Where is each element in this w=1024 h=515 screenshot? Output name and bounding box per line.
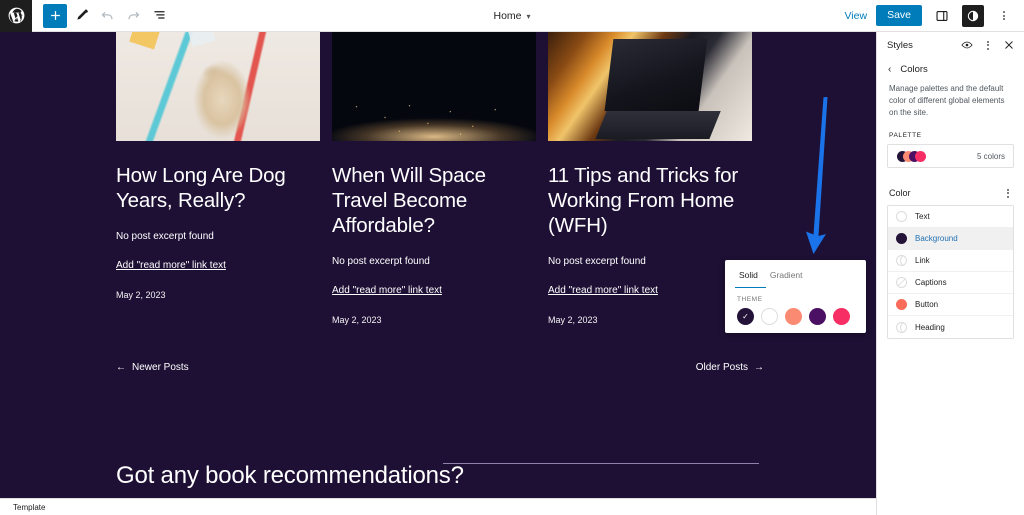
edit-tool-button[interactable]: [69, 4, 93, 28]
color-swatch: [896, 233, 907, 244]
check-icon: ✓: [742, 311, 749, 321]
document-title-dropdown[interactable]: Home ▾: [493, 10, 530, 22]
view-link[interactable]: View: [844, 10, 867, 22]
palette-row[interactable]: 5 colors: [887, 144, 1014, 168]
color-row-link[interactable]: Link: [888, 250, 1013, 272]
post-title[interactable]: 11 Tips and Tricks for Working From Home…: [548, 163, 752, 238]
color-row-label: Background: [915, 234, 958, 243]
color-picker-popover[interactable]: Solid Gradient THEME ✓: [725, 260, 866, 333]
wordpress-icon[interactable]: [0, 0, 32, 32]
post-date[interactable]: May 2, 2023: [116, 290, 320, 300]
color-swatch: [896, 255, 907, 266]
redo-arrow-icon[interactable]: [121, 4, 145, 28]
undo-arrow-icon[interactable]: [95, 4, 119, 28]
post-date[interactable]: May 2, 2023: [548, 315, 752, 325]
more-vertical-dots-icon[interactable]: [993, 5, 1015, 27]
cta-heading[interactable]: Got any book recommendations?: [116, 454, 764, 491]
color-row-heading[interactable]: Heading: [888, 316, 1013, 338]
template-preview-canvas[interactable]: How Long Are Dog Years, Really? No post …: [0, 32, 876, 498]
more-vertical-dots-icon[interactable]: [981, 38, 995, 52]
post-item[interactable]: When Will Space Travel Become Affordable…: [332, 32, 536, 325]
color-row-label: Button: [915, 300, 939, 309]
arrow-right-icon: →: [754, 362, 764, 373]
color-section-label: Color: [889, 188, 911, 198]
color-element-list: Text Background Link Captions Button Hea…: [887, 205, 1014, 339]
post-title[interactable]: How Long Are Dog Years, Really?: [116, 163, 320, 213]
swatch-deep-purple[interactable]: [809, 308, 826, 325]
editor-top-toolbar: Home ▾ View Save: [0, 0, 1024, 32]
theme-swatch-list: ✓: [725, 303, 866, 325]
tab-solid[interactable]: Solid: [735, 260, 766, 288]
palette-section-label: PALETTE: [889, 132, 922, 139]
color-row-background[interactable]: Background: [888, 228, 1013, 250]
newer-posts-link[interactable]: ← Newer Posts: [116, 362, 189, 373]
older-posts-link[interactable]: Older Posts →: [696, 362, 764, 373]
post-excerpt[interactable]: No post excerpt found: [332, 255, 536, 269]
color-section-header: Color: [877, 168, 1024, 205]
post-date[interactable]: May 2, 2023: [332, 315, 536, 325]
swatch-dark-purple[interactable]: ✓: [737, 308, 754, 325]
color-row-button[interactable]: Button: [888, 294, 1013, 316]
styles-sidebar: Styles ‹ Colors Manage palettes and the …: [876, 32, 1024, 515]
palette-swatch-preview: [897, 150, 926, 162]
post-item[interactable]: How Long Are Dog Years, Really? No post …: [116, 32, 320, 325]
laptop-and-hand-with-stylus-photo[interactable]: [548, 32, 752, 141]
toolbar-left-group: [32, 3, 171, 28]
post-excerpt[interactable]: No post excerpt found: [116, 230, 320, 244]
chevron-down-icon: ▾: [526, 11, 531, 21]
back-chevron-icon[interactable]: ‹: [888, 64, 891, 75]
wordpress-site-editor: Home ▾ View Save How Long Are Dog Years,…: [0, 0, 1024, 515]
colors-panel-description: Manage palettes and the default color of…: [889, 84, 1005, 117]
close-x-icon[interactable]: [1002, 38, 1016, 52]
more-vertical-dots-icon[interactable]: [1001, 186, 1015, 200]
add-block-button[interactable]: [43, 3, 67, 28]
colors-panel-header[interactable]: ‹ Colors: [877, 58, 1024, 80]
popover-tabs: Solid Gradient: [725, 260, 866, 288]
swatch-pink[interactable]: [833, 308, 850, 325]
sidebar-title: Styles: [887, 39, 913, 51]
post-read-more-link[interactable]: Add "read more" link text: [116, 260, 226, 271]
color-row-label: Captions: [915, 278, 947, 287]
palette-count-label: 5 colors: [976, 151, 1005, 161]
dog-with-party-streamers-photo[interactable]: [116, 32, 320, 141]
color-row-label: Heading: [915, 322, 945, 332]
color-row-label: Text: [915, 212, 930, 221]
save-button[interactable]: Save: [876, 5, 922, 26]
document-title-label: Home: [493, 10, 522, 22]
earth-at-night-from-space-photo[interactable]: [332, 32, 536, 141]
color-row-captions[interactable]: Captions: [888, 272, 1013, 294]
swatch-white[interactable]: [761, 308, 778, 325]
swatch-salmon[interactable]: [785, 308, 802, 325]
post-item[interactable]: 11 Tips and Tricks for Working From Home…: [548, 32, 752, 325]
call-to-action-section: Got any book recommendations? Get In Tou…: [116, 454, 764, 498]
post-read-more-link[interactable]: Add "read more" link text: [548, 285, 658, 296]
newer-posts-label: Newer Posts: [132, 362, 189, 373]
editor-status-bar: Template: [0, 498, 876, 515]
post-read-more-link[interactable]: Add "read more" link text: [332, 285, 442, 296]
divider-rule: [443, 463, 759, 464]
arrow-left-icon: ←: [116, 362, 126, 373]
older-posts-label: Older Posts: [695, 362, 748, 373]
query-loop-posts: How Long Are Dog Years, Really? No post …: [116, 32, 764, 325]
list-view-icon[interactable]: [147, 4, 171, 28]
tab-gradient[interactable]: Gradient: [766, 260, 811, 288]
color-row-text[interactable]: Text: [888, 206, 1013, 228]
color-swatch: [896, 211, 907, 222]
contrast-half-circle-icon[interactable]: [962, 4, 984, 27]
color-swatch: [896, 321, 907, 333]
post-excerpt[interactable]: No post excerpt found: [548, 255, 752, 269]
theme-group-label: THEME: [737, 296, 763, 303]
status-bar-label: Template: [13, 502, 46, 512]
color-swatch: [896, 299, 907, 310]
toolbar-right-group: View Save: [844, 4, 1024, 27]
color-swatch: [896, 277, 907, 288]
sidebar-header: Styles: [877, 32, 1024, 58]
colors-panel-title: Colors: [900, 64, 928, 75]
style-book-eye-icon[interactable]: [960, 38, 974, 52]
pagination: ← Newer Posts Older Posts →: [116, 362, 764, 373]
post-title[interactable]: When Will Space Travel Become Affordable…: [332, 163, 536, 238]
color-row-label: Link: [915, 256, 930, 265]
settings-panel-icon[interactable]: [931, 5, 953, 27]
